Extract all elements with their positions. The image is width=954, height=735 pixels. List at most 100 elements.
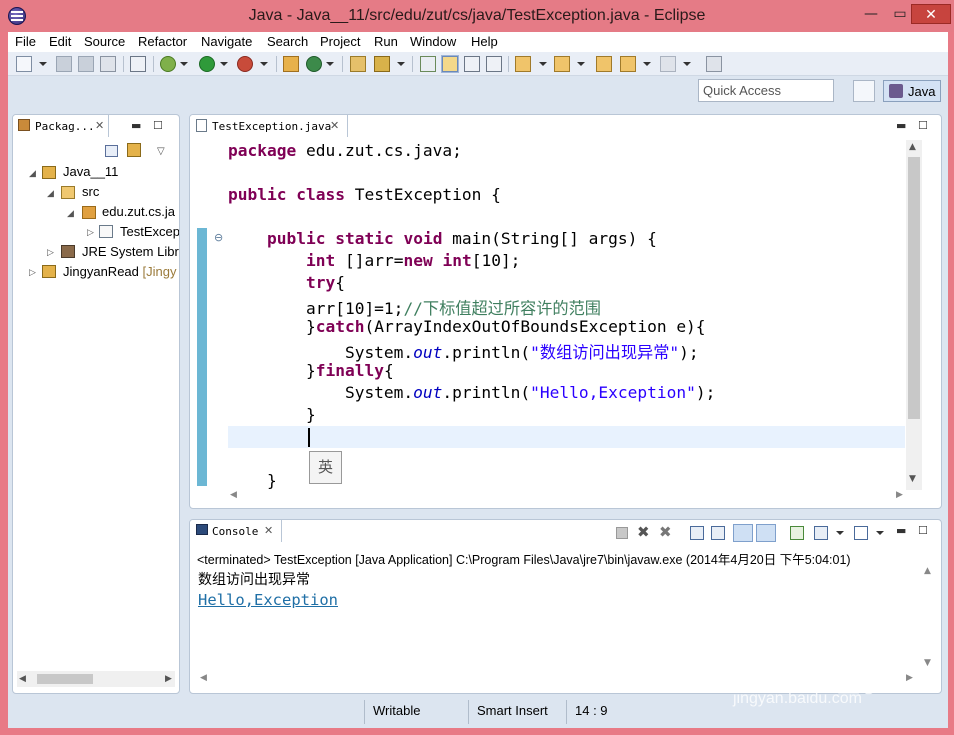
menu-edit[interactable]: Edit [49,34,71,49]
back-icon[interactable] [620,56,636,72]
expand-arrow-icon[interactable]: ▷ [47,248,54,258]
new-java-class-icon[interactable] [306,56,322,72]
status-insert-mode[interactable]: Smart Insert [477,703,548,718]
scroll-left-icon[interactable]: ◀ [230,490,237,500]
previous-edit-dropdown-icon[interactable] [577,62,585,66]
menu-refactor[interactable]: Refactor [138,34,187,49]
menu-navigate[interactable]: Navigate [201,34,252,49]
close-button[interactable]: ✕ [911,4,951,24]
run-dropdown-icon[interactable] [220,62,228,66]
collapse-arrow-icon[interactable]: ◢ [67,209,74,219]
scroll-up-icon[interactable]: ▲ [909,142,916,152]
menu-search[interactable]: Search [267,34,308,49]
close-tab-icon[interactable]: ✕ [264,524,273,537]
run-icon[interactable] [199,56,215,72]
new-class-dropdown-icon[interactable] [326,62,334,66]
scroll-right-icon[interactable]: ▶ [906,673,913,683]
debug-icon[interactable] [160,56,176,72]
tree-item-jre[interactable]: JRE System Libr [82,244,179,259]
debug-dropdown-icon[interactable] [180,62,188,66]
new-dropdown-icon[interactable] [39,62,47,66]
console-stdout-line[interactable]: Hello,Exception [198,591,338,609]
remove-all-terminated-icon[interactable]: ✖ [659,523,672,541]
next-edit-dropdown-icon[interactable] [539,62,547,66]
search-icon[interactable] [374,56,390,72]
open-console-icon[interactable] [854,526,868,540]
remove-launch-icon[interactable]: ✖ [637,523,650,541]
previous-edit-icon[interactable] [554,56,570,72]
editor-vertical-scrollbar[interactable]: ▲ ▼ [906,140,922,490]
mark-occurrences-icon[interactable] [441,55,459,73]
link-with-editor-icon[interactable] [127,143,141,157]
scroll-down-icon[interactable]: ▼ [909,474,916,484]
menu-help[interactable]: Help [471,34,498,49]
new-java-package-icon[interactable] [283,56,299,72]
save-icon[interactable] [56,56,72,72]
minimize-icon[interactable]: ▬ [131,119,141,132]
tree-item-testexception[interactable]: TestExcep [120,224,179,239]
minimize-icon[interactable]: ▬ [896,119,906,132]
clear-console-icon[interactable] [690,526,704,540]
tab-testexception-java[interactable]: TestException.java ✕ [190,115,348,137]
print-icon[interactable] [100,56,116,72]
skip-breakpoints-icon[interactable] [130,56,146,72]
scroll-lock-icon[interactable] [711,526,725,540]
show-on-stdout-icon[interactable] [733,524,753,542]
tree-item-jingyanread[interactable]: JingyanRead [Jingy [63,264,176,279]
open-console-dropdown-icon[interactable] [876,531,884,535]
ime-indicator[interactable]: 英 [309,451,342,484]
external-tools-icon[interactable] [237,56,253,72]
maximize-icon[interactable]: ☐ [918,524,928,537]
external-tools-dropdown-icon[interactable] [260,62,268,66]
collapse-all-icon[interactable] [105,145,118,157]
quick-access-input[interactable]: Quick Access [698,79,834,102]
terminate-icon[interactable] [616,527,628,539]
new-icon[interactable] [16,56,32,72]
show-whitespace-icon[interactable] [486,56,502,72]
last-edit-location-icon[interactable] [596,56,612,72]
search-dropdown-icon[interactable] [397,62,405,66]
minimize-button[interactable]: — [858,4,884,24]
open-type-icon[interactable] [350,56,366,72]
tree-item-package[interactable]: edu.zut.cs.ja [102,204,175,219]
menu-window[interactable]: Window [410,34,456,49]
menu-project[interactable]: Project [320,34,360,49]
java-perspective-button[interactable]: Java [883,80,941,102]
menu-run[interactable]: Run [374,34,398,49]
next-annotation-icon[interactable] [420,56,436,72]
forward-dropdown-icon[interactable] [683,62,691,66]
scroll-left-icon[interactable]: ◀ [200,673,207,683]
maximize-icon[interactable]: ☐ [918,119,928,132]
close-tab-icon[interactable]: ✕ [95,119,104,132]
next-edit-icon[interactable] [515,56,531,72]
maximize-icon[interactable]: ☐ [153,119,163,132]
display-selected-console-icon[interactable] [814,526,828,540]
tab-console[interactable]: Console ✕ [190,520,282,542]
open-perspective-icon[interactable] [853,80,875,102]
save-all-icon[interactable] [78,56,94,72]
minimize-icon[interactable]: ▬ [896,524,906,537]
scrollbar-thumb[interactable] [908,157,920,419]
show-on-stderr-icon[interactable] [756,524,776,542]
scroll-up-icon[interactable]: ▲ [924,566,931,576]
tree-item-src[interactable]: src [82,184,99,199]
console-vertical-scrollbar[interactable]: ▲ ▼ [922,566,936,672]
scroll-down-icon[interactable]: ▼ [924,658,931,668]
scroll-right-icon[interactable]: ▶ [165,674,172,684]
collapse-arrow-icon[interactable]: ◢ [47,189,54,199]
editor-horizontal-scrollbar[interactable]: ◀ ▶ [228,490,906,502]
tree-item-java11[interactable]: Java__11 [63,164,118,179]
maximize-button[interactable]: ▭ [887,4,913,24]
block-selection-icon[interactable] [464,56,480,72]
horizontal-scrollbar[interactable]: ◀ ▶ [17,671,175,687]
scroll-right-icon[interactable]: ▶ [896,490,903,500]
scrollbar-thumb[interactable] [37,674,93,684]
expand-arrow-icon[interactable]: ▷ [87,228,94,238]
pin-editor-icon[interactable] [706,56,722,72]
tab-package-explorer[interactable]: Packag... ✕ [13,115,109,137]
menu-source[interactable]: Source [84,34,125,49]
close-tab-icon[interactable]: ✕ [330,119,339,132]
fold-icon[interactable]: ⊖ [214,231,223,244]
display-console-dropdown-icon[interactable] [836,531,844,535]
menu-file[interactable]: File [15,34,36,49]
